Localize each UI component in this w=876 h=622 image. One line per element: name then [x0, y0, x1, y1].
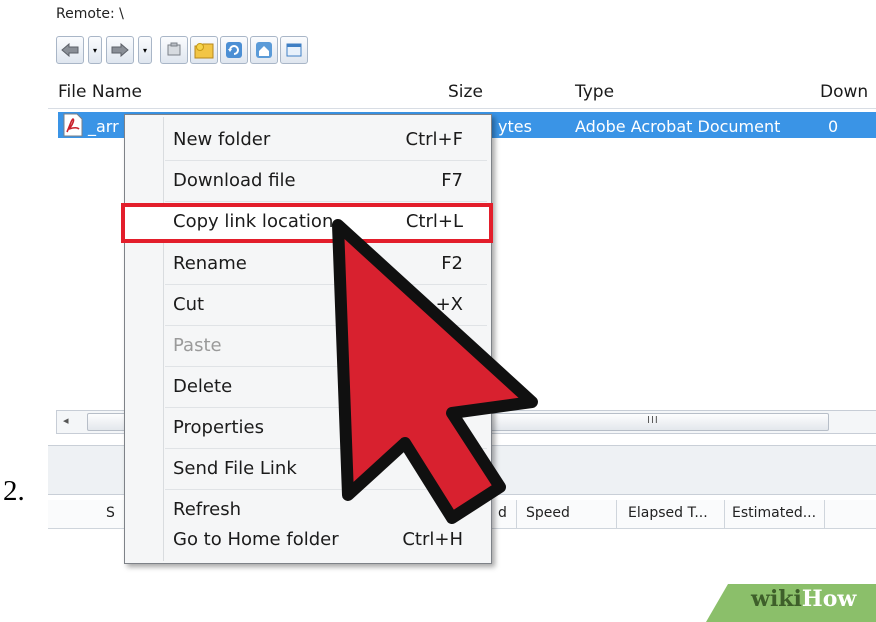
- scrollbar-grip: III: [647, 415, 659, 426]
- menu-separator: [165, 201, 487, 202]
- forward-icon[interactable]: [106, 36, 134, 64]
- remote-path-label: Remote: \: [56, 6, 124, 22]
- wikihow-watermark: wikiHow: [706, 582, 876, 622]
- menu-separator: [165, 160, 487, 161]
- file-name-cell: _arr: [88, 117, 119, 136]
- queue-column-divider: [724, 500, 725, 528]
- forward-dropdown-icon[interactable]: ▾: [138, 36, 152, 64]
- menu-item-label: Rename: [173, 253, 247, 274]
- queue-column-divider: [824, 500, 825, 528]
- menu-item-shortcut: Ctrl+F: [405, 129, 463, 150]
- menu-item-download-file[interactable]: Download file F7: [125, 162, 491, 202]
- file-type-cell: Adobe Acrobat Document: [575, 117, 781, 136]
- menu-item-label: Cut: [173, 294, 205, 315]
- step-number: 2.: [3, 475, 25, 507]
- menu-item-label: Delete: [173, 376, 233, 397]
- menu-item-shortcut: F7: [441, 170, 463, 191]
- menu-item-label: New folder: [173, 129, 271, 150]
- file-downloads-cell: 0: [828, 117, 839, 136]
- menu-item-label: Paste: [173, 335, 222, 356]
- pointer-arrow-icon: [332, 219, 538, 524]
- refresh-icon[interactable]: [220, 36, 248, 64]
- queue-column-divider: [616, 500, 617, 528]
- watermark-wiki: wiki: [751, 586, 802, 612]
- column-downloads[interactable]: Down: [820, 82, 868, 106]
- column-size[interactable]: Size: [448, 82, 483, 106]
- back-dropdown-icon[interactable]: ▾: [88, 36, 102, 64]
- home-icon[interactable]: [250, 36, 278, 64]
- new-folder-icon[interactable]: [190, 36, 218, 64]
- column-file-name[interactable]: File Name: [58, 82, 142, 106]
- watermark-how: How: [801, 586, 857, 612]
- scroll-left-icon[interactable]: ◂: [63, 414, 69, 427]
- watermark-text: wikiHow: [751, 586, 856, 612]
- menu-item-label: Properties: [173, 417, 264, 438]
- file-size-cell: ytes: [498, 117, 532, 136]
- header-divider: [48, 108, 876, 109]
- queue-column-elapsed[interactable]: Elapsed T...: [628, 505, 708, 521]
- window-icon[interactable]: [280, 36, 308, 64]
- pdf-file-icon: [62, 113, 84, 141]
- menu-item-label: Refresh: [173, 499, 241, 520]
- tag-icon[interactable]: [160, 36, 188, 64]
- queue-column-server[interactable]: S: [106, 505, 115, 521]
- menu-item-label: Download file: [173, 170, 296, 191]
- menu-item-new-folder[interactable]: New folder Ctrl+F: [125, 121, 491, 161]
- column-type[interactable]: Type: [575, 82, 614, 106]
- queue-column-estimated[interactable]: Estimated...: [732, 505, 816, 521]
- menu-item-label: Send File Link: [173, 458, 297, 479]
- back-icon[interactable]: [56, 36, 84, 64]
